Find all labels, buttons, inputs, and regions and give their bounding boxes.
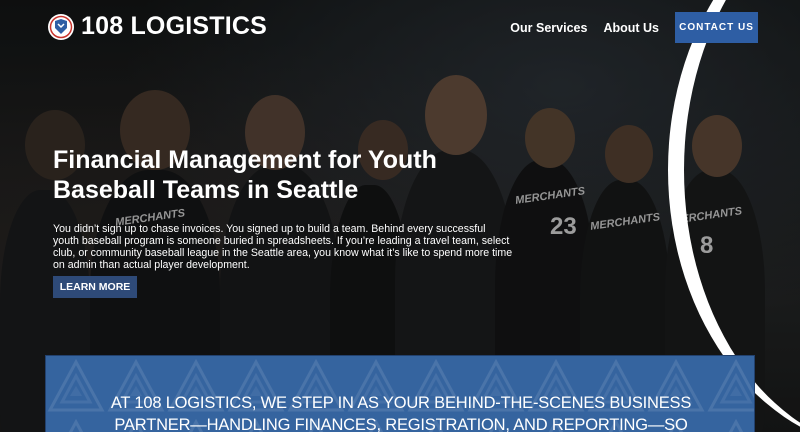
baseball-shield-icon (48, 13, 74, 40)
brand-name: 108 LOGISTICS (81, 12, 267, 40)
banner-line-1: AT 108 LOGISTICS, WE STEP IN AS YOUR BEH… (110, 394, 692, 412)
banner-line-2: PARTNER—HANDLING FINANCES, REGISTRATION,… (114, 416, 688, 432)
nav-our-services[interactable]: Our Services (510, 13, 587, 43)
learn-more-button[interactable]: LEARN MORE (53, 276, 137, 298)
headline-line-2: Baseball Teams in Seattle (53, 176, 359, 204)
brand-logo[interactable]: 108 LOGISTICS (47, 12, 267, 41)
hero-body-text: You didn’t sign up to chase invoices. Yo… (53, 223, 513, 271)
intro-banner: AT 108 LOGISTICS, WE STEP IN AS YOUR BEH… (45, 355, 755, 432)
banner-text: AT 108 LOGISTICS, WE STEP IN AS YOUR BEH… (46, 392, 754, 432)
hero-headline: Financial Management for Youth Baseball … (53, 145, 523, 205)
contact-us-button[interactable]: CONTACT US (675, 12, 758, 43)
nav-about-us[interactable]: About Us (603, 13, 659, 43)
headline-line-1: Financial Management for Youth (53, 146, 437, 174)
main-nav: Our Services About Us CONTACT US (510, 12, 758, 43)
